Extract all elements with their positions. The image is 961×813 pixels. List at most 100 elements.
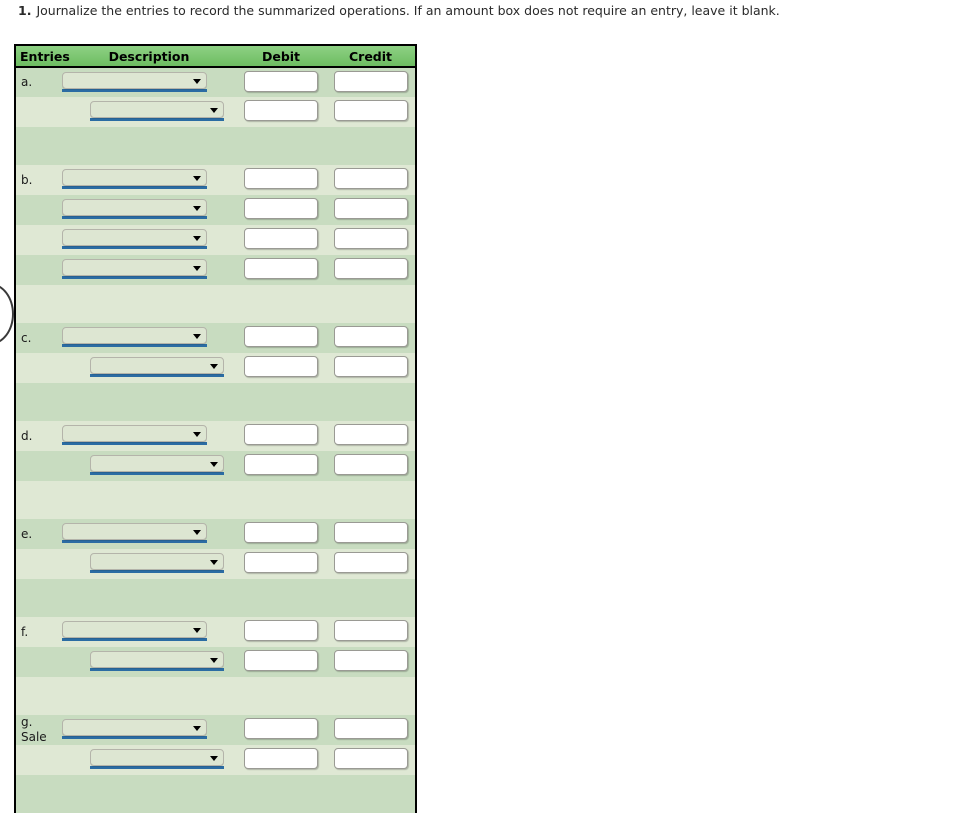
journal-entry-row xyxy=(16,97,415,127)
spacer-cell xyxy=(326,677,415,715)
debit-input[interactable] xyxy=(244,718,318,739)
spacer-cell xyxy=(236,127,326,165)
account-dropdown[interactable] xyxy=(62,169,207,186)
credit-input[interactable] xyxy=(333,522,408,543)
spacer-cell xyxy=(326,579,415,617)
account-dropdown[interactable] xyxy=(62,425,207,442)
journal-entry-row xyxy=(16,255,415,285)
entry-letter-label xyxy=(16,97,62,127)
debit-input[interactable] xyxy=(244,620,318,641)
credit-input[interactable] xyxy=(333,168,408,189)
journal-entry-row xyxy=(16,647,415,677)
debit-input[interactable] xyxy=(244,198,318,219)
entry-letter-label xyxy=(16,647,62,677)
dropdown-underline xyxy=(62,442,207,445)
spacer-cell xyxy=(16,285,62,323)
credit-input[interactable] xyxy=(333,650,408,671)
debit-input[interactable] xyxy=(244,748,318,769)
journal-entry-row xyxy=(16,353,415,383)
entry-letter-label: f. xyxy=(16,617,62,647)
journal-entry-row: f. xyxy=(16,617,415,647)
debit-input[interactable] xyxy=(244,228,318,249)
debit-input[interactable] xyxy=(244,356,318,377)
column-header-credit: Credit xyxy=(326,46,415,68)
credit-input[interactable] xyxy=(333,356,408,377)
spacer-cell xyxy=(326,775,415,813)
dropdown-underline xyxy=(62,216,207,219)
entry-letter-label xyxy=(16,549,62,579)
credit-input[interactable] xyxy=(333,228,408,249)
credit-input[interactable] xyxy=(333,258,408,279)
account-dropdown[interactable] xyxy=(62,229,207,246)
debit-input[interactable] xyxy=(244,326,318,347)
credit-input[interactable] xyxy=(333,70,408,92)
spacer-cell xyxy=(236,285,326,323)
debit-input[interactable] xyxy=(244,522,318,543)
spacer-cell xyxy=(62,383,236,421)
entry-letter-label xyxy=(16,353,62,383)
account-dropdown[interactable] xyxy=(62,71,207,89)
journal-entry-row xyxy=(16,195,415,225)
dropdown-underline xyxy=(62,186,207,189)
dropdown-underline xyxy=(62,276,207,279)
account-dropdown[interactable] xyxy=(90,749,224,766)
account-dropdown[interactable] xyxy=(90,357,224,374)
spacer-cell xyxy=(236,775,326,813)
credit-input[interactable] xyxy=(333,326,408,347)
debit-input[interactable] xyxy=(244,258,318,279)
debit-input[interactable] xyxy=(244,454,318,475)
journal-entry-row: b. xyxy=(16,165,415,195)
table-header-row: Entries Description Debit Credit xyxy=(16,46,415,68)
spacer-cell xyxy=(236,383,326,421)
spacer-cell xyxy=(16,481,62,519)
debit-input[interactable] xyxy=(244,70,318,92)
debit-input[interactable] xyxy=(244,650,318,671)
spacer-cell xyxy=(62,285,236,323)
account-dropdown[interactable] xyxy=(62,259,207,276)
entry-label-line: e. xyxy=(21,526,33,541)
account-dropdown[interactable] xyxy=(62,621,207,638)
account-dropdown[interactable] xyxy=(90,553,224,570)
dropdown-underline xyxy=(90,570,224,573)
account-dropdown[interactable] xyxy=(62,719,207,736)
journal-entry-row: a. xyxy=(16,67,415,97)
credit-input[interactable] xyxy=(333,424,408,445)
debit-input[interactable] xyxy=(244,168,318,189)
group-spacer-row xyxy=(16,383,415,421)
entry-letter-label: g. Sale xyxy=(16,715,62,745)
credit-input[interactable] xyxy=(333,198,408,219)
column-header-description: Description xyxy=(62,46,236,68)
spacer-cell xyxy=(236,677,326,715)
account-dropdown[interactable] xyxy=(62,199,207,216)
dropdown-underline xyxy=(62,638,207,641)
credit-input[interactable] xyxy=(333,748,408,769)
account-dropdown[interactable] xyxy=(90,651,224,668)
entry-letter-label xyxy=(16,195,62,225)
debit-input[interactable] xyxy=(244,424,318,445)
spacer-cell xyxy=(16,579,62,617)
journal-entry-row: g. Sale xyxy=(16,715,415,745)
debit-input[interactable] xyxy=(244,100,318,121)
spacer-cell xyxy=(236,481,326,519)
credit-input[interactable] xyxy=(333,620,408,641)
dropdown-underline xyxy=(62,736,207,739)
credit-input[interactable] xyxy=(333,552,408,573)
journal-entry-row: c. xyxy=(16,323,415,353)
group-spacer-row xyxy=(16,775,415,813)
account-dropdown[interactable] xyxy=(62,523,207,540)
credit-input[interactable] xyxy=(333,718,408,739)
journal-entry-table: Entries Description Debit Credit a. b. c. d… xyxy=(14,44,417,813)
credit-input[interactable] xyxy=(333,454,408,475)
account-dropdown[interactable] xyxy=(90,101,224,118)
spacer-cell xyxy=(326,285,415,323)
column-header-debit: Debit xyxy=(236,46,326,68)
credit-input[interactable] xyxy=(333,100,408,121)
account-dropdown[interactable] xyxy=(90,455,224,472)
debit-input[interactable] xyxy=(244,552,318,573)
account-dropdown[interactable] xyxy=(62,327,207,344)
column-header-entries: Entries xyxy=(16,46,70,68)
dropdown-underline xyxy=(90,668,224,671)
spacer-cell xyxy=(16,775,62,813)
entry-letter-label: c. xyxy=(16,323,62,353)
entry-label-line: c. xyxy=(21,330,32,345)
